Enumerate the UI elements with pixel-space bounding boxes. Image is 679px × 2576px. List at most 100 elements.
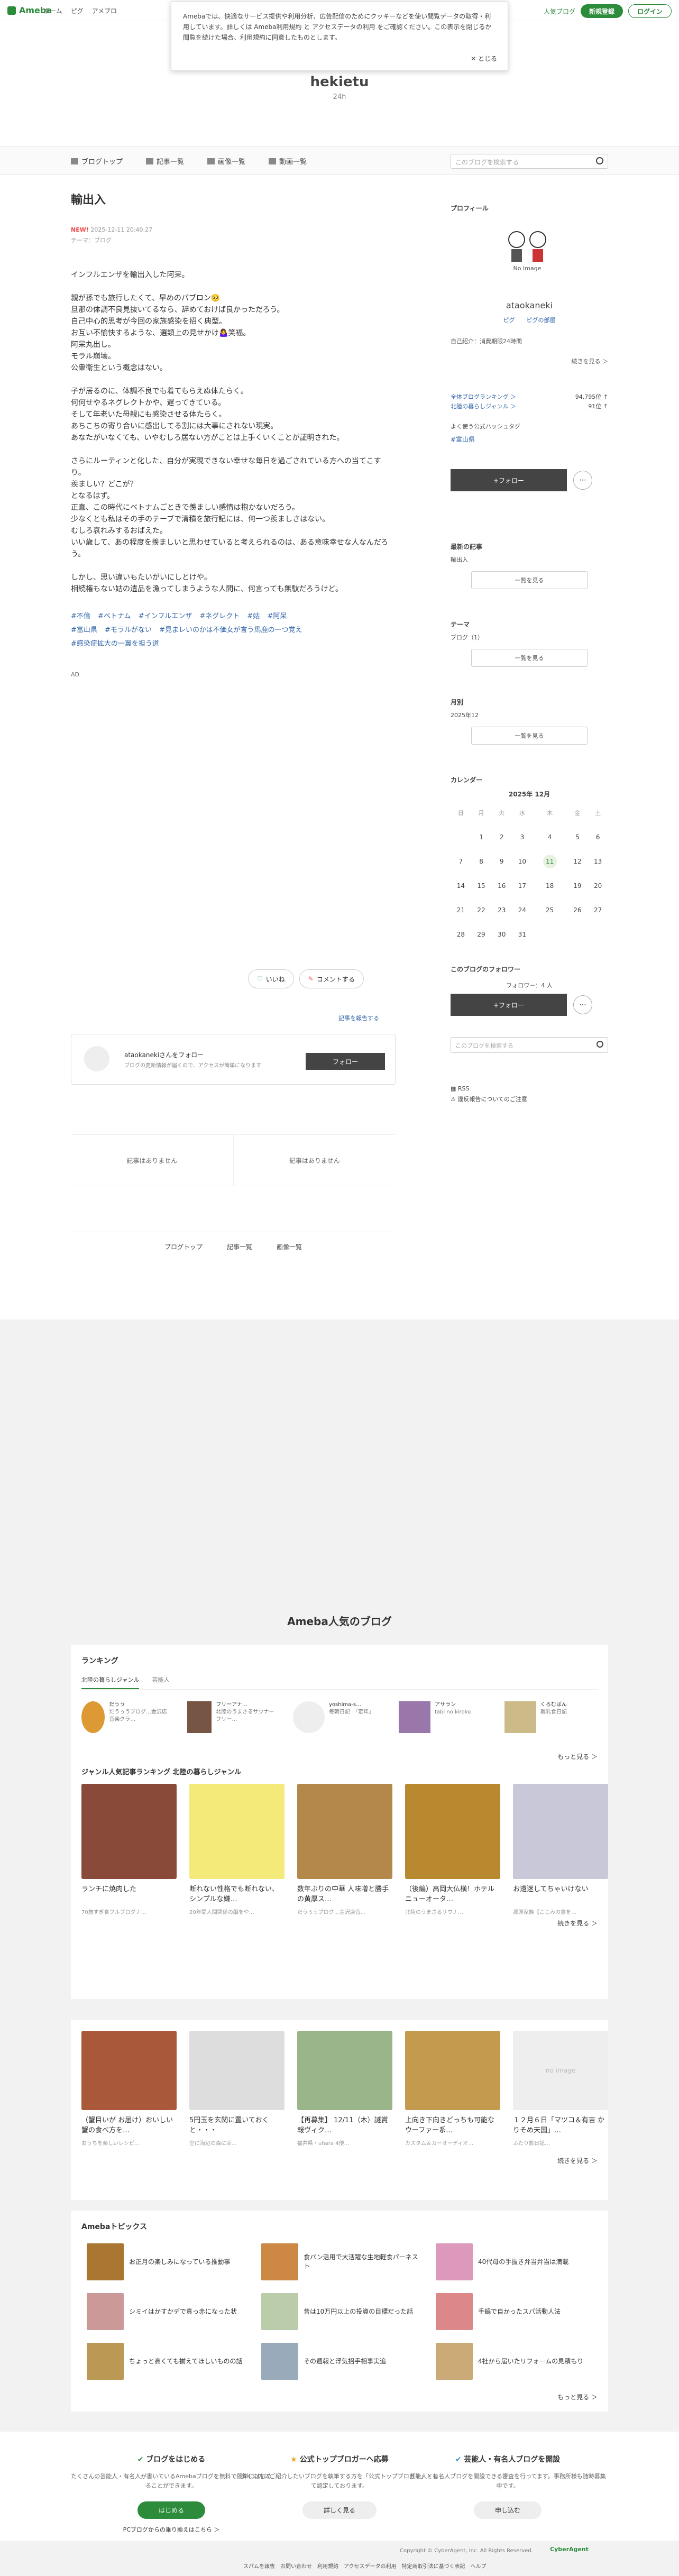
article-card[interactable]: no image １２月６日「マツコ＆有吉 かりそめ天国」… ふたり旅日記… <box>513 2031 608 2147</box>
report-link[interactable]: 記事を報告する <box>338 1014 379 1022</box>
blognav-entries[interactable]: 記事一覧 <box>146 156 184 166</box>
top-nav: ホーム ピグ アメブロ <box>43 6 117 15</box>
cal-day: 12 <box>573 858 582 865</box>
topic-item[interactable]: 4社から届いたリフォームの見積もり <box>436 2340 594 2383</box>
cal-day: 19 <box>573 882 582 890</box>
cookie-close-button[interactable]: ✕ とじる <box>471 53 497 64</box>
topic-item[interactable]: ちょっと高くても揃えてほしいものの話 <box>87 2340 245 2383</box>
blogger-item[interactable]: アサラン tabi no kiroku <box>399 1701 489 1733</box>
verified-icon: ✔ <box>455 2455 464 2464</box>
popular-blog-link[interactable]: 人気ブログ <box>544 7 575 16</box>
topic-item[interactable]: その週報と浮気招手相事実追 <box>261 2340 420 2383</box>
followers-more-button[interactable]: ⋯ <box>573 995 592 1014</box>
promo-celebrity-button[interactable]: 申し込む <box>473 2501 542 2519</box>
promo-transfer-link[interactable]: PCブログからの乗り換えはこちら ＞ <box>71 2525 272 2534</box>
follow-button[interactable]: フォロー <box>306 1053 385 1070</box>
login-button[interactable]: ログイン <box>628 4 672 18</box>
article-card[interactable]: 数年ぶりの中華 人味噌と勝手の黄厚ス… だうぅうブログ…金沢店音… <box>297 1784 392 1915</box>
article-card[interactable]: 上向き下向きどっちも可能なウーファー系… カスタム＆カーオーディオ… <box>405 2031 500 2147</box>
topic-item[interactable]: お正月の楽しみになっている推動事 <box>87 2240 245 2284</box>
blogger-item[interactable]: フリーアナ… 北陸のうまさるサウナーフリー… <box>187 1701 277 1733</box>
article-actions: ♡ いいね ✎ コメントする <box>248 969 364 988</box>
month-item[interactable]: 2025年12 <box>451 711 608 719</box>
topic-item[interactable]: 40代母の手抜き弁当弁当は満載 <box>436 2240 594 2284</box>
blogger-item[interactable]: yoshima-s… 毎朝日記 「定年」 <box>293 1701 383 1733</box>
theme-item[interactable]: ブログ（1） <box>451 633 608 641</box>
profile-name[interactable]: ataokaneki <box>451 300 608 310</box>
topics-more-link[interactable]: もっと見る ＞ <box>557 2394 598 2401</box>
blog-title[interactable]: hekietu <box>0 74 679 90</box>
article-theme[interactable]: テーマ：ブログ <box>71 237 112 244</box>
article-title[interactable]: 輸出入 <box>71 190 396 216</box>
ranking-more-link[interactable]: もっと見る ＞ <box>557 1753 598 1761</box>
recommended-continue-link[interactable]: 続きを見る ＞ <box>557 2157 598 2165</box>
promo-top-blogger-button[interactable]: 詳しく見る <box>302 2501 377 2519</box>
sidebar-follow-button[interactable]: +フォロー <box>451 469 567 491</box>
search-icon[interactable] <box>596 157 603 164</box>
search-icon[interactable] <box>597 1041 603 1048</box>
blognav-top[interactable]: ブログトップ <box>71 156 123 166</box>
promo-start-button[interactable]: はじめる <box>137 2501 205 2519</box>
hashtag-link[interactable]: #富山県 <box>451 436 475 443</box>
rss-link[interactable]: ▦ RSS <box>451 1084 608 1094</box>
blog-search-input[interactable]: このブログを検索する <box>451 154 608 169</box>
hashtag[interactable]: #モラルがない <box>105 626 152 634</box>
violation-link[interactable]: ⚠ 違反報告についてのご注意 <box>451 1094 608 1105</box>
cal-day: 25 <box>546 906 554 914</box>
hashtag[interactable]: #ネグレクト <box>199 612 240 620</box>
sidebar-search-input[interactable]: このブログを検索する <box>451 1037 608 1053</box>
article-card[interactable]: ランチに焼肉した 70歳すぎ食フルブログナ… <box>81 1784 177 1915</box>
article-card[interactable]: 断れない性格でも断れない、シンプルな嫌… 20年間人間関係の脳をや… <box>189 1784 285 1915</box>
bottomnav-entries[interactable]: 記事一覧 <box>227 1242 252 1251</box>
article-card[interactable]: 5円玉を玄関に置いておくと・・・ 空に海辺の森に幸… <box>189 2031 285 2147</box>
cal-day-today[interactable]: 11 <box>533 849 567 874</box>
cyberagent-logo[interactable]: CyberAgent <box>550 2546 589 2553</box>
topics-grid: お正月の楽しみになっている推動事 食パン活用で大活躍な生地軽食パーネスト 40代… <box>87 2240 598 2383</box>
article-card[interactable]: （後編）高岡大仏横！ホテルニューオータ… 北陸のうまさるサウナ… <box>405 1784 500 1915</box>
genre-ranking-link[interactable]: 北陸の暮らしジャンル ＞ <box>451 402 516 411</box>
month-list-button[interactable]: 一覧を見る <box>471 727 588 745</box>
profile-links[interactable]: ピグ ピグの部屋 <box>451 316 608 324</box>
topic-item[interactable]: 手鍋で自かったスパ活動人法 <box>436 2290 594 2333</box>
theme-list-button[interactable]: 一覧を見る <box>471 649 588 667</box>
blogger-item[interactable]: だうう だうぅうブログ…金沢店音楽クラ… <box>81 1701 171 1733</box>
tab-celebrity[interactable]: 芸能人 <box>152 1675 169 1689</box>
blognav-images[interactable]: 画像一覧 <box>207 156 245 166</box>
tab-hokuriku[interactable]: 北陸の暮らしジャンル <box>81 1675 140 1689</box>
article-card[interactable]: （蟹目いが お届け）おいしい蟹の食べ方を… おうちを楽しいレシピ… <box>81 2031 177 2147</box>
hashtag[interactable]: #ベトナム <box>98 612 131 620</box>
overall-ranking-link[interactable]: 全体ブログランキング ＞ <box>451 392 516 402</box>
followers-count[interactable]: フォロワー：4 人 <box>451 981 608 989</box>
hashtag[interactable]: #インフルエンザ <box>139 612 192 620</box>
topic-item[interactable]: 昔は10万円以上の投資の目標だった話 <box>261 2290 420 2333</box>
hashtag[interactable]: #不倫 <box>71 612 90 620</box>
topic-item[interactable]: 食パン活用で大活躍な生地軽食パーネスト <box>261 2240 420 2284</box>
topic-item[interactable]: シミイはかすかデで真っ赤になった状 <box>87 2290 245 2333</box>
latest-list-button[interactable]: 一覧を見る <box>471 571 588 589</box>
nav-pigg[interactable]: ピグ <box>71 6 84 15</box>
comment-button[interactable]: ✎ コメントする <box>299 969 364 988</box>
like-button[interactable]: ♡ いいね <box>248 969 294 988</box>
article-card[interactable]: お遠迷してちゃいけない 那原家族【ここみの意を… <box>513 1784 608 1915</box>
blogger-item[interactable]: くろむばん 離乳食日記 <box>504 1701 594 1733</box>
nav-home[interactable]: ホーム <box>43 6 62 15</box>
followers-follow-button[interactable]: +フォロー <box>451 994 567 1016</box>
latest-item[interactable]: 輸出入 <box>451 555 608 564</box>
hashtag[interactable]: #見まレいのかは不価女が言う馬鹿の一つ覚え <box>159 626 302 634</box>
nav-ameblo[interactable]: アメブロ <box>92 6 117 15</box>
profile-more-link[interactable]: 続きを見る ＞ <box>572 357 609 365</box>
article-card[interactable]: 【再募集】 12/11（木）謎賞報ヴィク… 福井県・uhara 4便… <box>297 2031 392 2147</box>
footer-links[interactable]: スパムを報告 お問い合わせ 利用規約 アクセスデータの利用 特定商取引法に基づく… <box>243 2562 487 2570</box>
hashtag[interactable]: #感染症拡大の一翼を担う道 <box>71 640 159 648</box>
hashtag[interactable]: #阿呆 <box>267 612 287 620</box>
bottomnav-images[interactable]: 画像一覧 <box>277 1242 302 1251</box>
more-options-button[interactable]: ⋯ <box>573 471 592 490</box>
register-button[interactable]: 新規登録 <box>580 4 623 18</box>
blognav-videos[interactable]: 動画一覧 <box>269 156 307 166</box>
article-thumbnail <box>405 2031 500 2110</box>
bottomnav-top[interactable]: ブログトップ <box>164 1242 203 1251</box>
hashtag[interactable]: #富山県 <box>71 626 97 634</box>
genre-continue-link[interactable]: 続きを見る ＞ <box>557 1920 598 1927</box>
hashtag[interactable]: #姑 <box>247 612 260 620</box>
recommended-article-list: （蟹目いが お届け）おいしい蟹の食べ方を… おうちを楽しいレシピ… 5円玉を玄関に… <box>81 2031 608 2147</box>
